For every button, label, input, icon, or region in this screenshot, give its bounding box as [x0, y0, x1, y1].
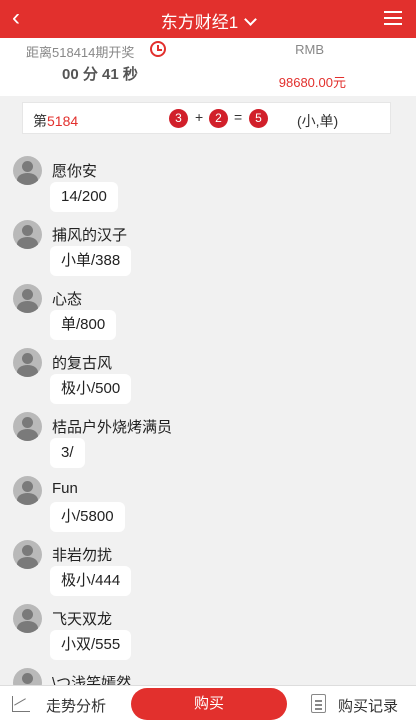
equals-sign: = [234, 109, 243, 125]
avatar[interactable] [13, 540, 42, 569]
avatar[interactable] [13, 220, 42, 249]
menu-icon[interactable] [384, 11, 402, 25]
purchase-record-link[interactable]: 购买记录 [338, 695, 398, 716]
list-item: 的复古风 极小/500 [0, 342, 416, 406]
trend-analysis-link[interactable]: 走势分析 [46, 695, 106, 716]
result-period-number: 5184 [47, 113, 79, 129]
bet-bubble: 单/800 [50, 310, 117, 340]
result-ball-2: 2 [209, 109, 228, 128]
result-prefix: 第 [33, 113, 47, 129]
last-draw-result[interactable]: 第5184 3 + 2 = 5 (小,单) [22, 102, 391, 134]
line-chart-icon[interactable] [12, 696, 30, 712]
list-item: 飞天双龙 小双/555 [0, 598, 416, 662]
page-title: 东方财经1 [160, 13, 239, 32]
balance-value: 98680.00元 [278, 75, 346, 90]
result-ball-1: 3 [169, 109, 188, 128]
user-name: \つ浅笑嫣然 [52, 675, 132, 685]
user-name: Fun [52, 480, 78, 497]
user-name: 桔品户外烧烤满员 [52, 419, 173, 436]
draw-info-panel: 距离518414期开奖 00 分 41 秒 RMB 98680.00元 [0, 38, 416, 96]
user-name: 愿你安 [52, 163, 98, 180]
bet-bubble: 小/5800 [50, 502, 125, 532]
list-item: 心态 单/800 [0, 278, 416, 342]
clock-icon [150, 41, 166, 57]
plus-sign: + [195, 109, 204, 125]
avatar[interactable] [13, 604, 42, 633]
avatar[interactable] [13, 412, 42, 441]
result-period-label: 第5184 [33, 111, 78, 131]
top-bar: ‹ 东方财经1 [0, 0, 416, 38]
avatar[interactable] [13, 668, 42, 685]
bet-bubble: 极小/500 [50, 374, 132, 404]
chevron-down-icon [244, 13, 258, 26]
bet-bubble: 小单/388 [50, 246, 132, 276]
next-draw-label: 距离518414期开奖 [26, 45, 135, 60]
list-item: Fun 小/5800 [0, 470, 416, 534]
user-name: 非岩勿扰 [52, 547, 113, 564]
buy-button[interactable]: 购买 [131, 688, 287, 720]
bet-bubble: 3/ [50, 438, 85, 468]
result-ball-sum: 5 [249, 109, 268, 128]
list-item: 愿你安 14/200 [0, 150, 416, 214]
list-item: 捕风的汉子 小单/388 [0, 214, 416, 278]
avatar[interactable] [13, 476, 42, 505]
user-name: 的复古风 [52, 355, 113, 372]
list-item: 非岩勿扰 极小/444 [0, 534, 416, 598]
avatar[interactable] [13, 348, 42, 377]
game-title-dropdown[interactable]: 东方财经1 [0, 8, 416, 33]
countdown-timer: 00 分 41 秒 [62, 66, 138, 83]
bet-bubble: 极小/444 [50, 566, 132, 596]
bet-bubble: 14/200 [50, 182, 118, 212]
bet-message-list[interactable]: 愿你安 14/200 捕风的汉子 小单/388 心态 单/800 的复古风 极小… [0, 150, 416, 685]
bet-bubble: 小双/555 [50, 630, 132, 660]
user-name: 心态 [52, 291, 83, 308]
avatar[interactable] [13, 284, 42, 313]
list-item: \つ浅笑嫣然 [0, 662, 416, 685]
list-item: 桔品户外烧烤满员 3/ [0, 406, 416, 470]
bottom-action-bar: 走势分析 购买 购买记录 [0, 685, 416, 723]
currency-label: RMB [295, 42, 324, 57]
clipboard-icon[interactable] [311, 694, 326, 713]
user-name: 捕风的汉子 [52, 227, 128, 244]
avatar[interactable] [13, 156, 42, 185]
user-name: 飞天双龙 [52, 611, 113, 628]
result-kind: (小,单) [297, 113, 339, 129]
